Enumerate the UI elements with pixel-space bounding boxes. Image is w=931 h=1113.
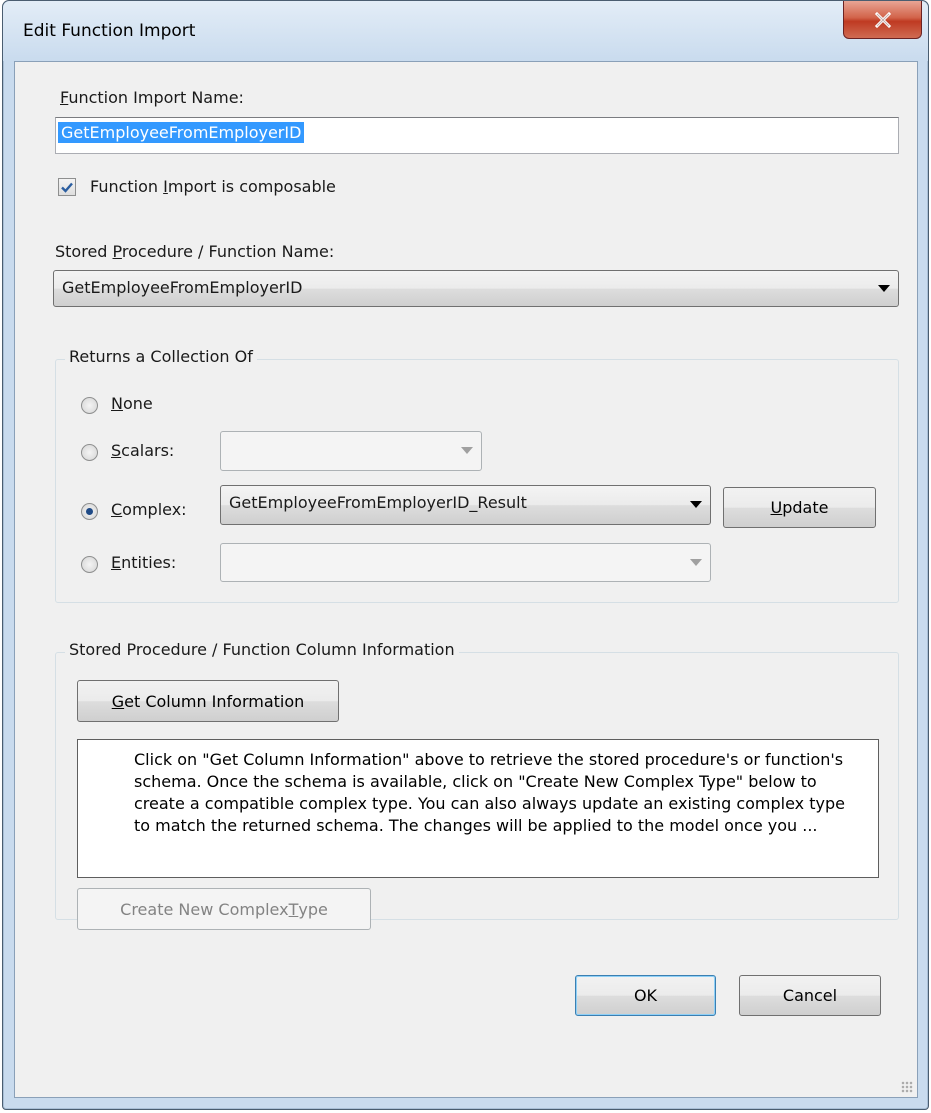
radio-scalars[interactable] <box>81 444 98 461</box>
close-button[interactable] <box>843 1 922 39</box>
chevron-down-icon <box>690 558 702 566</box>
chevron-down-icon <box>690 501 702 508</box>
stored-procedure-dropdown[interactable]: GetEmployeeFromEmployerID <box>53 270 899 307</box>
get-column-information-button[interactable]: Get Column Information <box>77 680 339 722</box>
dialog-window: Edit Function Import Function Import Nam… <box>2 0 929 1110</box>
function-import-name-label: Function Import Name: <box>60 88 244 107</box>
radio-complex-label[interactable]: Complex: <box>111 500 187 519</box>
checkmark-icon <box>61 182 73 193</box>
function-import-name-input[interactable]: GetEmployeeFromEmployerID <box>55 117 899 154</box>
column-info-group-title: Stored Procedure / Function Column Infor… <box>65 640 459 659</box>
complex-dropdown[interactable]: GetEmployeeFromEmployerID_Result <box>220 485 711 525</box>
window-title: Edit Function Import <box>23 21 196 41</box>
stored-procedure-value: GetEmployeeFromEmployerID <box>62 278 303 297</box>
ok-button[interactable]: OK <box>575 975 716 1016</box>
resize-grip-icon[interactable] <box>901 1081 913 1093</box>
column-info-text: Click on "Get Column Information" above … <box>134 750 845 835</box>
scalars-dropdown[interactable] <box>220 431 482 471</box>
close-icon <box>874 11 891 28</box>
chevron-down-icon <box>461 447 473 454</box>
column-info-text-box: Click on "Get Column Information" above … <box>77 739 879 878</box>
composable-checkbox[interactable] <box>58 178 76 196</box>
stored-procedure-label: Stored Procedure / Function Name: <box>55 242 335 261</box>
create-new-complex-type-button[interactable]: Create New Complex Type <box>77 888 371 930</box>
composable-label[interactable]: Function Import is composable <box>90 177 336 196</box>
radio-none[interactable] <box>81 397 98 414</box>
returns-collection-group-title: Returns a Collection Of <box>65 347 257 366</box>
entities-dropdown[interactable] <box>220 543 711 582</box>
complex-value: GetEmployeeFromEmployerID_Result <box>229 493 527 512</box>
radio-selected-dot <box>86 508 93 515</box>
cancel-button[interactable]: Cancel <box>739 975 881 1016</box>
radio-scalars-label[interactable]: Scalars: <box>111 441 174 460</box>
title-bar[interactable]: Edit Function Import <box>3 1 928 61</box>
function-import-name-value: GetEmployeeFromEmployerID <box>58 122 305 143</box>
radio-complex[interactable] <box>81 503 98 520</box>
radio-none-label[interactable]: None <box>111 394 153 413</box>
radio-entities[interactable] <box>81 556 98 573</box>
dialog-client-area: Function Import Name: GetEmployeeFromEmp… <box>14 61 918 1098</box>
update-button[interactable]: Update <box>723 487 876 528</box>
chevron-down-icon <box>878 284 890 292</box>
radio-entities-label[interactable]: Entities: <box>111 553 176 572</box>
